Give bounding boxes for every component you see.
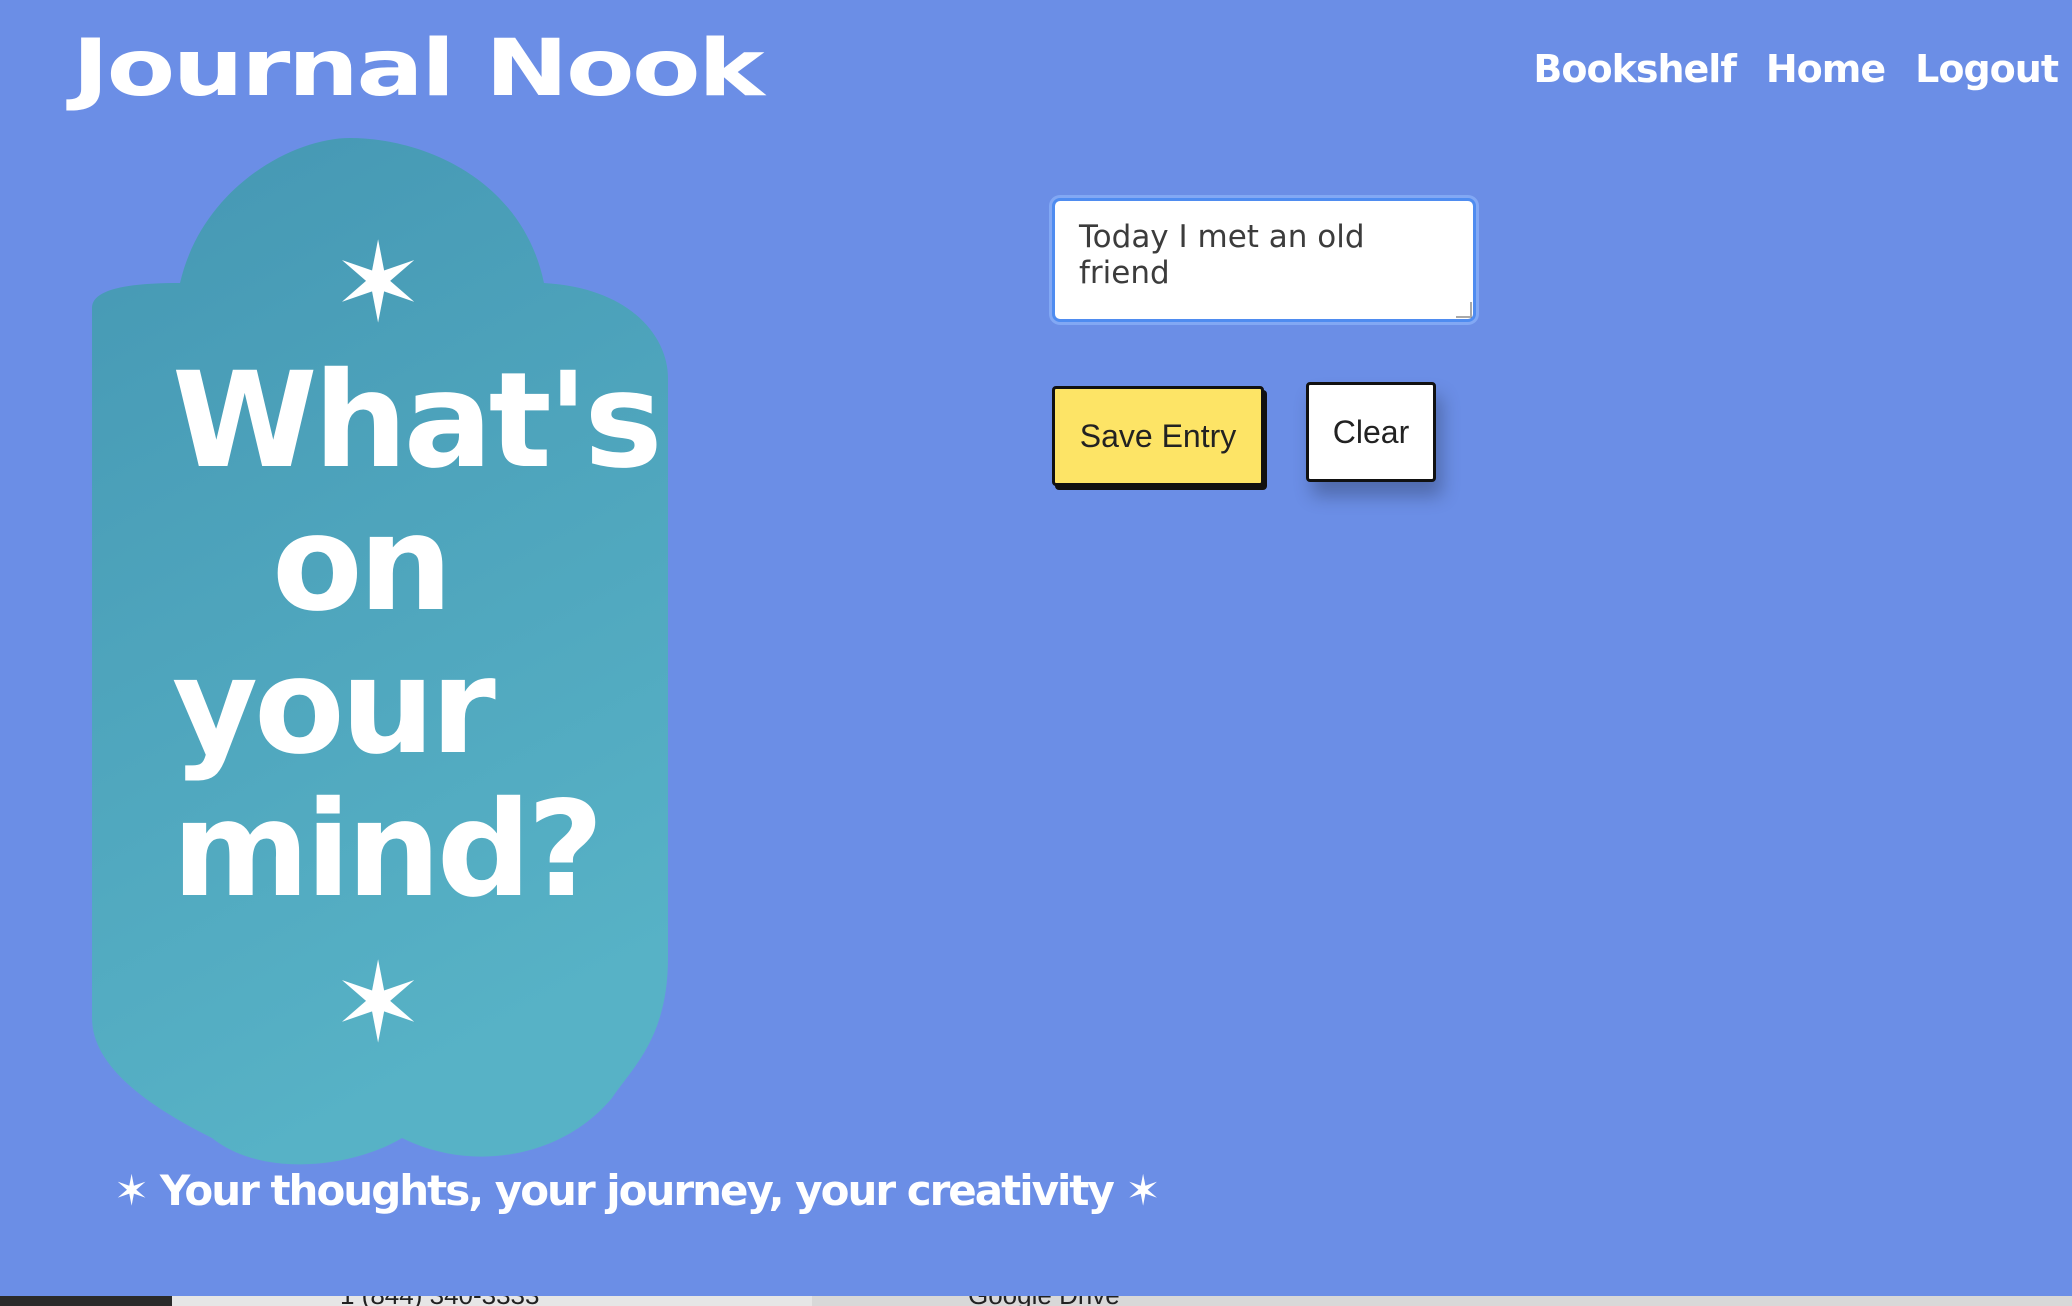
- clear-button[interactable]: Clear: [1306, 382, 1436, 482]
- os-taskbar-fragment: 1 (844) 340-3333 Google Drive: [0, 1296, 2072, 1306]
- nav-bookshelf[interactable]: Bookshelf: [1533, 50, 1736, 88]
- headline-line: mind?: [172, 773, 604, 927]
- tagline: ✶ Your thoughts, your journey, your crea…: [114, 1166, 1161, 1215]
- headline-line: your: [172, 630, 496, 784]
- hero-headline: What's on your mind?: [172, 350, 892, 922]
- headline-line: on: [272, 487, 453, 641]
- taskbar-text: 1 (844) 340-3333: [340, 1296, 539, 1306]
- nav-logout[interactable]: Logout: [1915, 50, 2059, 88]
- journal-entry-input[interactable]: [1052, 198, 1476, 322]
- nav-home[interactable]: Home: [1766, 50, 1886, 88]
- headline-line: What's: [172, 344, 663, 498]
- save-entry-button[interactable]: Save Entry: [1052, 386, 1264, 486]
- site-logo[interactable]: Journal Nook: [72, 30, 764, 108]
- sparkle-star-icon: ✶: [332, 219, 425, 347]
- sparkle-star-icon: ✶: [332, 939, 425, 1067]
- taskbar-text: Google Drive: [968, 1296, 1120, 1306]
- main-nav: Bookshelf Home Logout: [1533, 50, 2059, 88]
- taskbar-dark-segment: [0, 1296, 172, 1306]
- journal-page: Journal Nook Bookshelf Home Logout ✶ Wha…: [0, 0, 2072, 1306]
